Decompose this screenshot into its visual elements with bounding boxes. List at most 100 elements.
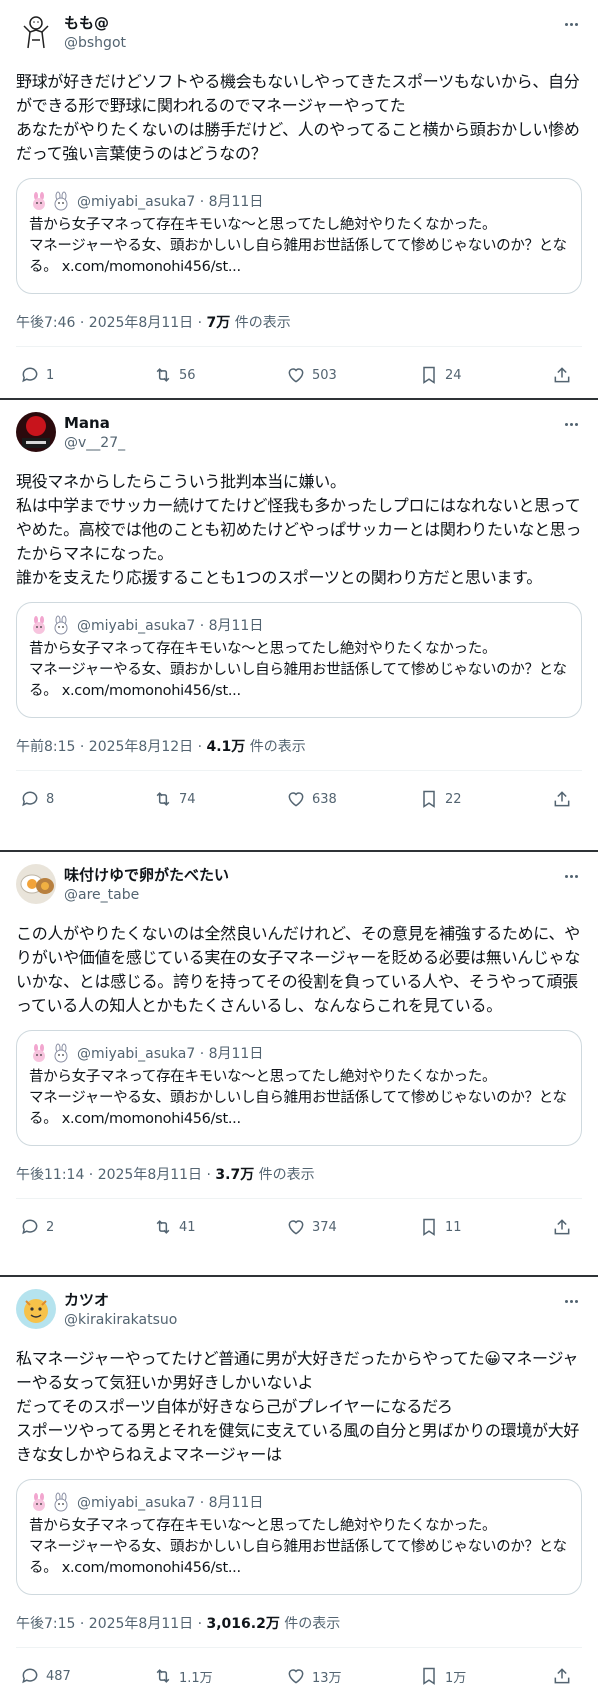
share-icon — [554, 1219, 570, 1235]
quote-text: 昔から女子マネって存在キモいな〜と思ってたし絶対やりたくなかった。 マネージャー… — [29, 641, 567, 699]
quote-text: 昔から女子マネって存在キモいな〜と思ってたし絶対やりたくなかった。 マネージャー… — [29, 1069, 567, 1127]
view-count: 4.1万 — [206, 739, 246, 755]
tweet[interactable]: もも@ @bshgot 野球が好きだけどソフトやる機会もないしやってきたスポーツ… — [0, 0, 598, 400]
display-name[interactable]: 味付けゆで卵がたべたい — [64, 865, 560, 885]
rabbit-white-icon — [54, 615, 68, 635]
repost-icon — [156, 792, 170, 806]
heart-icon — [288, 368, 304, 383]
share-button[interactable] — [552, 1666, 578, 1686]
like-button[interactable]: 503 — [286, 365, 346, 385]
divider — [16, 770, 582, 771]
view-count: 3.7万 — [215, 1167, 255, 1183]
action-bar: 487 1.1万 13万 1万 — [16, 1654, 582, 1698]
repost-button[interactable]: 1.1万 — [153, 1666, 213, 1686]
tweet-text: 現役マネからしたらこういう批判本当に嫌い。 私は中学までサッカー続けてたけど怪我… — [16, 472, 582, 587]
bookmark-button[interactable]: 1万 — [419, 1666, 479, 1686]
tweet[interactable]: Mana @v__27_ 現役マネからしたらこういう批判本当に嫌い。 私は中学ま… — [0, 400, 598, 852]
reply-button[interactable]: 1 — [20, 365, 80, 385]
tweet-text: この人がやりたくないのは全然良いんだけれど、その意見を補強するために、やりがいや… — [16, 924, 581, 1015]
tweet-text: 野球が好きだけどソフトやる機会もないしやってきたスポーツもないから、自分ができる… — [16, 72, 580, 163]
repost-icon — [156, 1220, 170, 1234]
display-name[interactable]: Mana — [64, 413, 560, 433]
more-options-icon[interactable] — [560, 14, 582, 34]
tweet-header: Mana @v__27_ — [16, 412, 582, 456]
like-button[interactable]: 374 — [286, 1217, 346, 1237]
tweet-header: カツオ @kirakirakatsuo — [16, 1289, 582, 1333]
quoted-tweet[interactable]: @miyabi_asuka7 · 8月11日 昔から女子マネって存在キモいな〜と… — [16, 602, 582, 718]
repost-button[interactable]: 74 — [153, 789, 213, 809]
action-bar: 8 74 638 22 — [16, 777, 582, 821]
heart-icon — [288, 792, 304, 807]
reply-button[interactable]: 8 — [20, 789, 80, 809]
heart-icon — [288, 1220, 304, 1235]
share-button[interactable] — [552, 789, 578, 809]
share-button[interactable] — [552, 1217, 578, 1237]
quote-meta: @miyabi_asuka7 · 8月11日 — [77, 1495, 264, 1511]
avatar[interactable] — [16, 12, 56, 52]
avatar[interactable] — [16, 412, 56, 452]
more-options-icon[interactable] — [560, 1291, 582, 1311]
avatar[interactable] — [16, 864, 56, 904]
share-button[interactable] — [552, 365, 578, 385]
reply-button[interactable]: 2 — [20, 1217, 80, 1237]
action-bar: 1 56 503 24 — [16, 353, 582, 397]
divider — [16, 1647, 582, 1648]
bookmark-icon — [423, 1218, 435, 1236]
tweet-header: 味付けゆで卵がたべたい @are_tabe — [16, 864, 582, 908]
bookmark-icon — [423, 1667, 435, 1685]
quoted-tweet[interactable]: @miyabi_asuka7 · 8月11日 昔から女子マネって存在キモいな〜と… — [16, 1030, 582, 1146]
rabbit-pink-icon — [33, 192, 45, 210]
avatar[interactable] — [16, 1289, 56, 1329]
quote-text: 昔から女子マネって存在キモいな〜と思ってたし絶対やりたくなかった。 マネージャー… — [29, 217, 567, 275]
quoted-tweet[interactable]: @miyabi_asuka7 · 8月11日 昔から女子マネって存在キモいな〜と… — [16, 1479, 582, 1595]
rabbit-white-icon — [54, 191, 68, 211]
tweet-text: 私マネージャーやってたけど普通に男が大好きだったからやってた😀マネージャーやる女… — [16, 1349, 580, 1464]
display-name[interactable]: カツオ — [64, 1290, 560, 1310]
user-handle[interactable]: @v__27_ — [64, 433, 560, 453]
more-options-icon[interactable] — [560, 866, 582, 886]
view-count: 7万 — [206, 315, 231, 331]
bookmark-icon — [423, 790, 435, 808]
quote-meta: @miyabi_asuka7 · 8月11日 — [77, 618, 264, 634]
quote-meta: @miyabi_asuka7 · 8月11日 — [77, 1046, 264, 1062]
reply-icon — [22, 1219, 38, 1235]
tweet-timestamp[interactable]: 午前8:15 · 2025年8月12日 · 4.1万 件の表示 — [16, 736, 582, 756]
tweet[interactable]: カツオ @kirakirakatsuo 私マネージャーやってたけど普通に男が大好… — [0, 1277, 598, 1702]
user-handle[interactable]: @kirakirakatsuo — [64, 1310, 560, 1330]
rabbit-pink-icon — [33, 1493, 45, 1511]
rabbit-pink-icon — [33, 1044, 45, 1062]
share-icon — [554, 1668, 570, 1684]
user-handle[interactable]: @bshgot — [64, 33, 560, 53]
tweet-timestamp[interactable]: 午後11:14 · 2025年8月11日 · 3.7万 件の表示 — [16, 1164, 582, 1184]
divider — [16, 346, 582, 347]
display-name[interactable]: もも@ — [64, 13, 560, 33]
repost-icon — [156, 368, 170, 382]
tweet-header: もも@ @bshgot — [16, 12, 582, 56]
view-count: 3,016.2万 — [206, 1616, 280, 1632]
reply-icon — [22, 367, 38, 383]
bookmark-button[interactable]: 22 — [419, 789, 479, 809]
reply-button[interactable]: 487 — [20, 1666, 80, 1686]
share-icon — [554, 791, 570, 807]
action-bar: 2 41 374 11 — [16, 1205, 582, 1249]
timeline: もも@ @bshgot 野球が好きだけどソフトやる機会もないしやってきたスポーツ… — [0, 0, 598, 1702]
quoted-tweet[interactable]: @miyabi_asuka7 · 8月11日 昔から女子マネって存在キモいな〜と… — [16, 178, 582, 294]
repost-icon — [156, 1669, 170, 1683]
tweet-timestamp[interactable]: 午後7:46 · 2025年8月11日 · 7万 件の表示 — [16, 312, 582, 332]
tweet-timestamp[interactable]: 午後7:15 · 2025年8月11日 · 3,016.2万 件の表示 — [16, 1613, 582, 1633]
quote-meta: @miyabi_asuka7 · 8月11日 — [77, 194, 264, 210]
tweet[interactable]: 味付けゆで卵がたべたい @are_tabe この人がやりたくないのは全然良いんだ… — [0, 852, 598, 1277]
quote-text: 昔から女子マネって存在キモいな〜と思ってたし絶対やりたくなかった。 マネージャー… — [29, 1518, 567, 1576]
user-handle[interactable]: @are_tabe — [64, 885, 560, 905]
like-button[interactable]: 638 — [286, 789, 346, 809]
reply-icon — [22, 1668, 38, 1684]
repost-button[interactable]: 41 — [153, 1217, 213, 1237]
rabbit-white-icon — [54, 1043, 68, 1063]
repost-button[interactable]: 56 — [153, 365, 213, 385]
bookmark-icon — [423, 366, 435, 384]
bookmark-button[interactable]: 11 — [419, 1217, 479, 1237]
more-options-icon[interactable] — [560, 414, 582, 434]
rabbit-pink-icon — [33, 616, 45, 634]
like-button[interactable]: 13万 — [286, 1666, 346, 1686]
bookmark-button[interactable]: 24 — [419, 365, 479, 385]
